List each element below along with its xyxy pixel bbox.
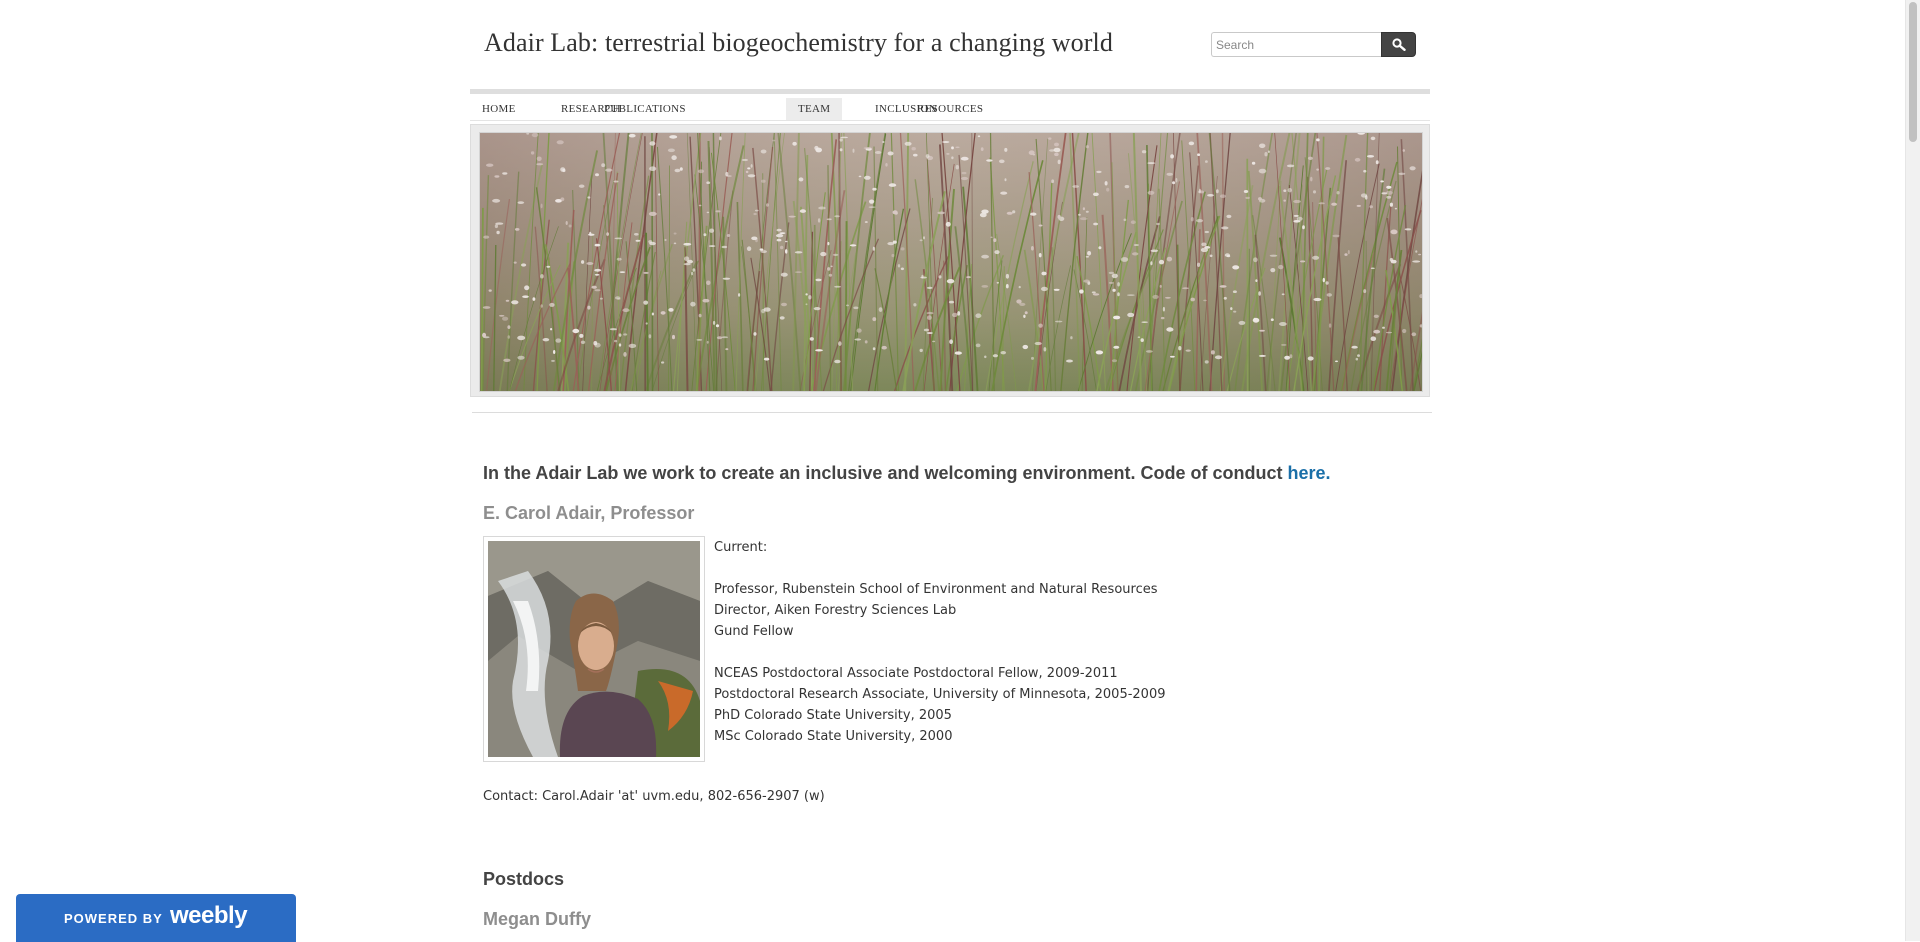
- intro-text: In the Adair Lab we work to create an in…: [483, 463, 1288, 483]
- divider: [472, 412, 1432, 413]
- nav-resources[interactable]: RESOURCES: [905, 98, 995, 120]
- pi-bio: Current: Professor, Rubenstein School of…: [714, 537, 1314, 747]
- nav-team[interactable]: TEAM: [786, 98, 843, 120]
- bio-line: Current:: [714, 540, 768, 555]
- bio-spacer: [714, 558, 1314, 579]
- vertical-scrollbar[interactable]: [1905, 0, 1920, 941]
- powered-by-weebly-badge[interactable]: POWERED BY weebly: [16, 894, 296, 942]
- search-input[interactable]: [1211, 32, 1381, 57]
- code-of-conduct-link[interactable]: here: [1287, 463, 1325, 483]
- weebly-logo: weebly: [170, 902, 248, 929]
- nav-home[interactable]: HOME: [470, 98, 528, 120]
- main-nav: HOME RESEARCH PUBLICATIONS TEAM INCLUSIO…: [470, 89, 1430, 121]
- banner-grass-image: [479, 132, 1423, 392]
- postdocs-heading: Postdocs: [483, 869, 565, 889]
- bio-spacer: [714, 642, 1314, 663]
- search-button[interactable]: [1381, 32, 1416, 57]
- powered-by-label: POWERED BY: [64, 911, 163, 926]
- bio-line: Gund Fellow: [714, 624, 794, 639]
- bio-line: Professor, Rubenstein School of Environm…: [714, 582, 1158, 597]
- intro-period: .: [1325, 463, 1331, 483]
- bio-line: PhD Colorado State University, 2005: [714, 708, 952, 723]
- inclusion-statement: In the Adair Lab we work to create an in…: [483, 463, 1331, 484]
- bio-line: Postdoctoral Research Associate, Univers…: [714, 687, 1166, 702]
- search-icon: [1392, 38, 1406, 51]
- nav-publications[interactable]: PUBLICATIONS: [592, 98, 698, 120]
- pi-photo: [483, 536, 705, 762]
- bio-line: MSc Colorado State University, 2000: [714, 729, 953, 744]
- portrait-image: [488, 541, 700, 757]
- pi-name: E. Carol Adair, Professor: [483, 503, 695, 523]
- site-title[interactable]: Adair Lab: terrestrial biogeochemistry f…: [484, 28, 1113, 58]
- bio-line: Director, Aiken Forestry Sciences Lab: [714, 603, 957, 618]
- pi-contact: Contact: Carol.Adair 'at' uvm.edu, 802-6…: [483, 789, 825, 804]
- postdoc-name: Megan Duffy: [483, 909, 591, 929]
- scrollbar-thumb[interactable]: [1909, 2, 1917, 142]
- header-banner: [470, 124, 1430, 397]
- bio-line: NCEAS Postdoctoral Associate Postdoctora…: [714, 666, 1118, 681]
- search-box: [1211, 32, 1416, 57]
